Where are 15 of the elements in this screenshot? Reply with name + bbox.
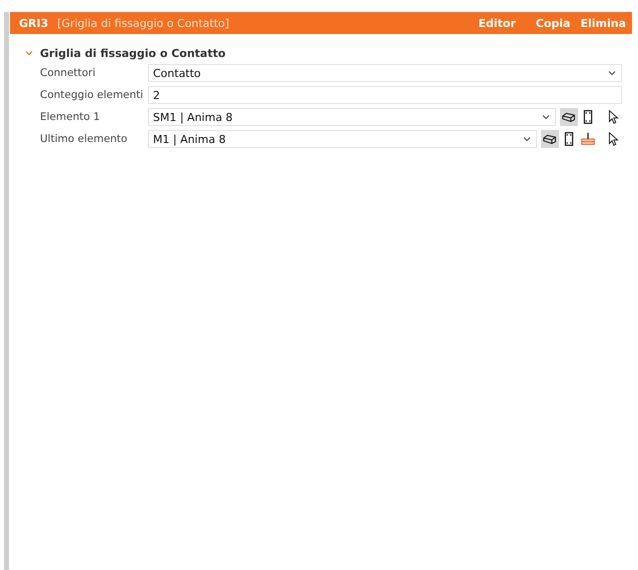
dropdown-field[interactable]: Contatto bbox=[148, 64, 622, 82]
field-label: Connettori bbox=[40, 67, 96, 79]
input-field[interactable]: 2 bbox=[148, 86, 622, 104]
item-title: [Griglia di fissaggio o Contatto] bbox=[57, 16, 230, 30]
section-title: Griglia di fissaggio o Contatto bbox=[40, 46, 226, 60]
field-label: Ultimo elemento bbox=[40, 133, 128, 145]
footing-icon[interactable] bbox=[579, 130, 597, 148]
item-code: GRI3 bbox=[19, 16, 48, 30]
chevron-icon[interactable] bbox=[24, 48, 34, 58]
dropdown-field[interactable]: SM1 | Anima 8 bbox=[148, 108, 556, 126]
dropdown-field[interactable]: M1 | Anima 8 bbox=[148, 130, 537, 148]
beam-icon[interactable] bbox=[541, 130, 559, 148]
field-label: Conteggio elementi bbox=[40, 89, 144, 101]
field-label: Elemento 1 bbox=[40, 111, 101, 123]
beam-icon[interactable] bbox=[560, 108, 578, 126]
